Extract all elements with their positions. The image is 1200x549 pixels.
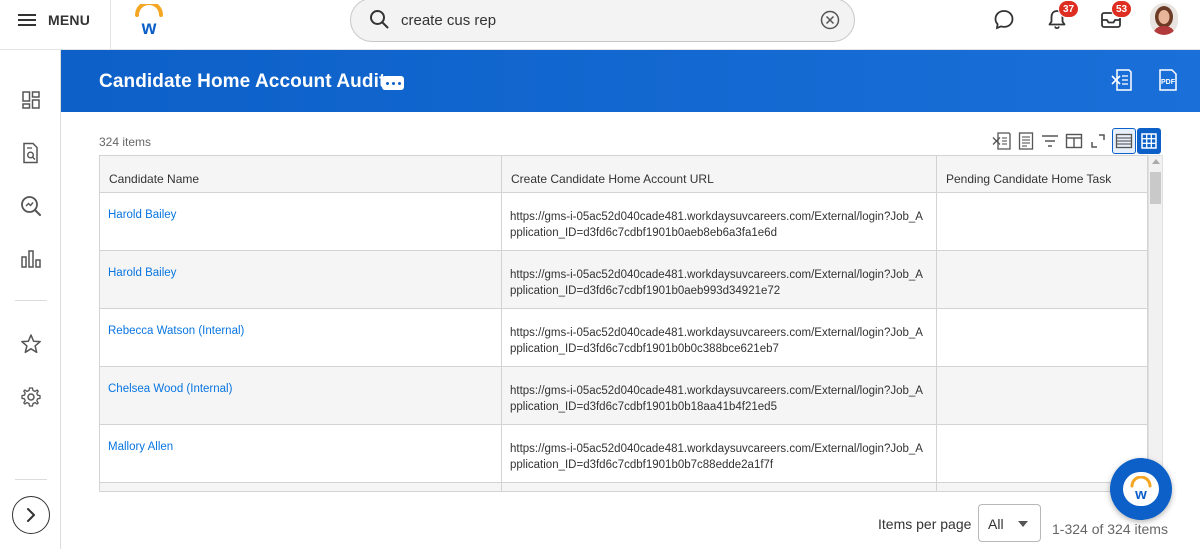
rail-divider xyxy=(15,300,47,301)
columns-icon[interactable] xyxy=(1062,128,1086,154)
bar-chart-icon[interactable] xyxy=(18,246,44,272)
filter-icon[interactable] xyxy=(1038,128,1062,154)
column-header-pending-task[interactable]: Pending Candidate Home Task xyxy=(937,156,1147,193)
url-cell xyxy=(502,483,937,491)
workday-assistant-button[interactable]: w xyxy=(1110,458,1172,520)
clear-search-icon[interactable] xyxy=(820,10,840,30)
candidate-name-cell: Harold Bailey xyxy=(100,251,502,309)
svg-text:PDF: PDF xyxy=(1161,79,1176,86)
chat-button[interactable] xyxy=(994,8,1014,35)
svg-text:w: w xyxy=(141,18,157,36)
top-bar: MENU w 37 53 xyxy=(0,0,1200,50)
topbar-divider xyxy=(110,0,111,50)
column-header-candidate-name[interactable]: Candidate Name xyxy=(100,156,502,193)
pending-task-cell xyxy=(937,309,1147,367)
pending-task-cell xyxy=(937,367,1147,425)
grid-scrollbar[interactable] xyxy=(1148,155,1163,492)
grid-toolbar xyxy=(990,128,1165,154)
url-cell: https://gms-i-05ac52d040cade481.workdays… xyxy=(502,367,937,425)
url-cell: https://gms-i-05ac52d040cade481.workdays… xyxy=(502,309,937,367)
menu-label: MENU xyxy=(48,12,91,28)
star-icon[interactable] xyxy=(18,331,44,357)
column-header-url[interactable]: Create Candidate Home Account URL xyxy=(502,156,937,193)
scroll-thumb[interactable] xyxy=(1150,172,1161,204)
settings-gear-icon[interactable] xyxy=(18,384,44,410)
inbox-badge: 53 xyxy=(1111,0,1133,18)
workday-logo[interactable]: w xyxy=(134,1,164,39)
data-grid: Candidate Name Create Candidate Home Acc… xyxy=(99,155,1148,492)
candidate-name-cell xyxy=(100,483,502,491)
search-analytics-icon[interactable] xyxy=(18,193,44,219)
pending-task-cell xyxy=(937,193,1147,251)
grid-header: Candidate Name Create Candidate Home Acc… xyxy=(100,156,1147,193)
scroll-up-arrow-icon[interactable] xyxy=(1152,159,1160,164)
url-cell: https://gms-i-05ac52d040cade481.workdays… xyxy=(502,251,937,309)
table-row: Rebecca Watson (Internal) https://gms-i-… xyxy=(100,309,1147,367)
candidate-link[interactable]: Mallory Allen xyxy=(108,441,173,453)
rail-divider xyxy=(15,479,47,480)
report-search-icon[interactable] xyxy=(18,140,44,166)
menu-button[interactable]: MENU xyxy=(18,10,90,30)
search-input[interactable] xyxy=(401,9,801,31)
chevron-right-icon xyxy=(27,508,35,522)
candidate-link[interactable]: Harold Bailey xyxy=(108,209,176,221)
search-icon xyxy=(370,10,389,29)
caret-down-icon xyxy=(1018,521,1028,527)
hamburger-icon xyxy=(18,14,36,26)
candidate-name-cell: Harold Bailey xyxy=(100,193,502,251)
candidate-link[interactable]: Rebecca Watson (Internal) xyxy=(108,325,244,337)
table-row: Chelsea Wood (Internal) https://gms-i-05… xyxy=(100,367,1147,425)
table-row: Mallory Allen https://gms-i-05ac52d040ca… xyxy=(100,425,1147,483)
export-excel-icon[interactable] xyxy=(1111,68,1133,97)
related-actions-button[interactable] xyxy=(382,76,404,90)
table-row: Harold Bailey https://gms-i-05ac52d040ca… xyxy=(100,193,1147,251)
assistant-logo-icon: w xyxy=(1123,472,1159,506)
items-per-page-label: Items per page xyxy=(878,516,972,532)
table-view-icon[interactable] xyxy=(1112,128,1136,154)
item-count: 324 items xyxy=(99,135,152,149)
page-header: Candidate Home Account Audit PDF xyxy=(61,50,1200,112)
inbox-button[interactable]: 53 xyxy=(1100,0,1133,35)
candidate-link[interactable]: Harold Bailey xyxy=(108,267,176,279)
items-per-page-value: All xyxy=(988,516,1004,532)
table-row: Harold Bailey https://gms-i-05ac52d040ca… xyxy=(100,251,1147,309)
items-per-page-select[interactable]: All xyxy=(978,504,1041,542)
export-excel-icon[interactable] xyxy=(990,128,1014,154)
print-icon[interactable] xyxy=(1014,128,1038,154)
search-box[interactable] xyxy=(350,0,855,42)
candidate-name-cell: Mallory Allen xyxy=(100,425,502,483)
candidate-link[interactable]: Chelsea Wood (Internal) xyxy=(108,383,232,395)
expand-nav-button[interactable] xyxy=(12,496,50,534)
url-cell: https://gms-i-05ac52d040cade481.workdays… xyxy=(502,425,937,483)
notifications-button[interactable]: 37 xyxy=(1047,0,1080,35)
grid-view-icon[interactable] xyxy=(1137,128,1161,154)
chat-bubble-icon xyxy=(994,10,1014,30)
left-nav-rail xyxy=(0,50,61,549)
page-title: Candidate Home Account Audit xyxy=(99,71,386,92)
notifications-badge: 37 xyxy=(1058,0,1080,18)
svg-text:w: w xyxy=(1134,486,1147,502)
export-pdf-icon[interactable]: PDF xyxy=(1157,68,1179,97)
url-cell: https://gms-i-05ac52d040cade481.workdays… xyxy=(502,193,937,251)
pending-task-cell xyxy=(937,251,1147,309)
candidate-name-cell: Chelsea Wood (Internal) xyxy=(100,367,502,425)
dashboard-icon[interactable] xyxy=(18,87,44,113)
table-row xyxy=(100,483,1147,491)
fullscreen-icon[interactable] xyxy=(1086,128,1110,154)
candidate-name-cell: Rebecca Watson (Internal) xyxy=(100,309,502,367)
pagination-range: 1-324 of 324 items xyxy=(1052,521,1168,537)
user-avatar[interactable] xyxy=(1150,3,1178,35)
